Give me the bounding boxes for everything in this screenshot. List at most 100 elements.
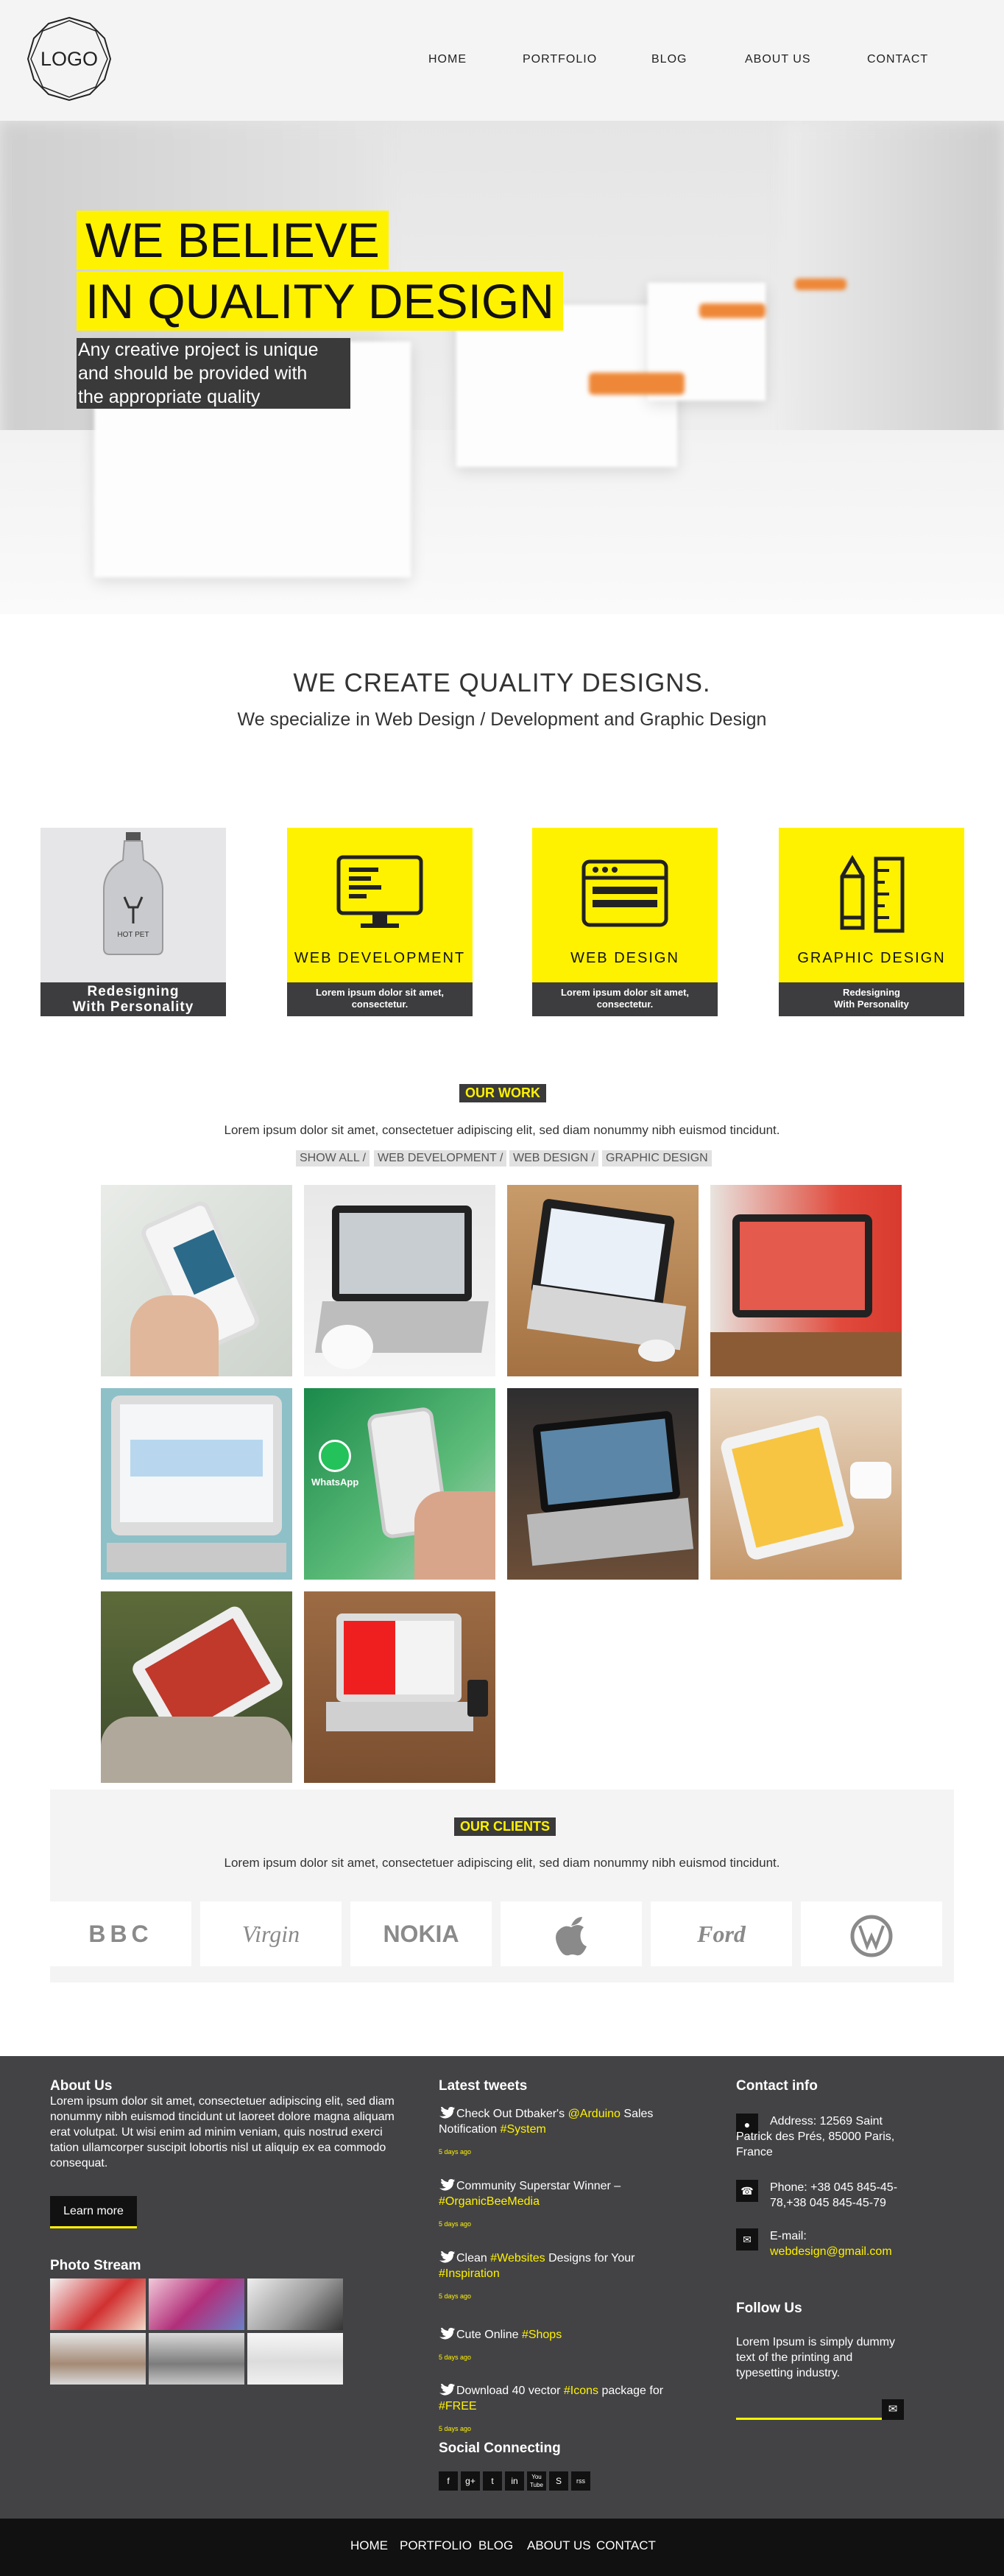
service-card-graphic-design[interactable]: GRAPHIC DESIGN Redesigning With Personali… bbox=[779, 828, 964, 1016]
portfolio-item[interactable] bbox=[710, 1388, 902, 1580]
client-logo-apple[interactable] bbox=[501, 1901, 642, 1966]
photo-stream-item[interactable] bbox=[50, 2278, 146, 2330]
bottom-nav-portfolio[interactable]: PORTFOLIO bbox=[400, 2538, 472, 2553]
bottom-nav-home[interactable]: HOME bbox=[350, 2538, 388, 2553]
google-plus-icon[interactable]: g+ bbox=[461, 2471, 480, 2491]
tweet-item: Clean #Websites Designs for Your #Inspir… bbox=[439, 2251, 689, 2304]
photo-stream-heading: Photo Stream bbox=[50, 2258, 141, 2273]
tweet-item: Check Out Dtbaker's @Arduino Sales Notif… bbox=[439, 2106, 689, 2160]
photo-stream-item[interactable] bbox=[149, 2333, 244, 2385]
client-logo-vw[interactable] bbox=[801, 1901, 942, 1966]
portfolio-item[interactable] bbox=[710, 1185, 902, 1376]
client-logo-virgin[interactable]: Virgin bbox=[200, 1901, 342, 1966]
tweet-hashtag[interactable]: #Icons bbox=[564, 2385, 598, 2397]
about-us-text: Lorem ipsum dolor sit amet, consectetuer… bbox=[50, 2095, 395, 2169]
phone-icon: ☎ bbox=[736, 2180, 758, 2202]
contact-address: Address: 12569 Saint Patrick des Prés, 8… bbox=[736, 2115, 895, 2158]
follow-us-text: Lorem Ipsum is simply dummy text of the … bbox=[736, 2336, 896, 2379]
tweet-hashtag[interactable]: #FREE bbox=[439, 2400, 477, 2413]
tweet-text: Cute Online bbox=[456, 2329, 522, 2341]
tweet-text: Clean bbox=[456, 2252, 491, 2264]
newsletter-submit-button[interactable]: ✉ bbox=[882, 2399, 904, 2420]
tweet-hashtag[interactable]: #Websites bbox=[490, 2252, 545, 2264]
tweet-hashtag[interactable]: #Shops bbox=[522, 2329, 562, 2341]
tweet-text: Check Out Dtbaker's bbox=[456, 2108, 568, 2120]
tweet-time: 5 days ago bbox=[439, 2425, 472, 2432]
newsletter-input[interactable] bbox=[736, 2398, 882, 2420]
facebook-icon[interactable]: f bbox=[439, 2471, 458, 2491]
tweet-hashtag[interactable]: #System bbox=[501, 2123, 546, 2136]
service-caption: Redesigning With Personality bbox=[779, 982, 964, 1016]
filter-graphic-design[interactable]: GRAPHIC DESIGN bbox=[602, 1150, 712, 1166]
tweet-hashtag[interactable]: #Inspiration bbox=[439, 2267, 500, 2280]
tweet-hashtag[interactable]: #OrganicBeeMedia bbox=[439, 2195, 540, 2208]
portfolio-item[interactable] bbox=[507, 1185, 699, 1376]
vw-logo-icon bbox=[850, 1915, 893, 1957]
portfolio-item[interactable] bbox=[304, 1591, 495, 1783]
nav-about-us[interactable]: ABOUT US bbox=[745, 53, 811, 66]
service-card-web-design[interactable]: WEB DESIGN Lorem ipsum dolor sit amet, co… bbox=[532, 828, 718, 1016]
photo-stream-item[interactable] bbox=[247, 2278, 343, 2330]
tweet-time: 5 days ago bbox=[439, 2354, 472, 2361]
hero-chair bbox=[699, 303, 766, 318]
follow-us-heading: Follow Us bbox=[736, 2301, 802, 2316]
twitter-social-icon[interactable]: t bbox=[483, 2471, 502, 2491]
section-title: WE CREATE QUALITY DESIGNS. bbox=[293, 669, 711, 697]
client-logo-nokia[interactable]: NOKIA bbox=[350, 1901, 492, 1966]
hero-banner: WE BELIEVE IN QUALITY DESIGN Any creativ… bbox=[0, 121, 1004, 614]
client-logo-bbc[interactable]: BBC bbox=[50, 1901, 191, 1966]
tweet-text: Designs for Your bbox=[545, 2252, 635, 2264]
service-title: WEB DEVELOPMENT bbox=[294, 950, 466, 966]
about-us-heading: About Us bbox=[50, 2078, 113, 2094]
portfolio-item[interactable] bbox=[507, 1388, 699, 1580]
logo[interactable]: LOGO bbox=[26, 16, 112, 102]
tweet-link[interactable]: @Arduino bbox=[568, 2108, 621, 2120]
hero-headline-2: IN QUALITY DESIGN bbox=[77, 272, 563, 331]
our-work-badge: OUR WORK bbox=[459, 1084, 546, 1102]
nav-contact[interactable]: CONTACT bbox=[867, 53, 928, 66]
tweet-item: Download 40 vector #Icons package for #F… bbox=[439, 2383, 689, 2437]
twitter-icon bbox=[439, 2251, 455, 2263]
browser-window-icon bbox=[581, 859, 668, 927]
hero-chair bbox=[795, 278, 846, 290]
social-connecting-heading: Social Connecting bbox=[439, 2440, 561, 2456]
portfolio-item[interactable]: WhatsApp bbox=[304, 1388, 495, 1580]
portfolio-item[interactable] bbox=[101, 1388, 292, 1580]
service-card-web-development[interactable]: WEB DEVELOPMENT Lorem ipsum dolor sit am… bbox=[287, 828, 473, 1016]
whatsapp-label: WhatsApp bbox=[311, 1477, 359, 1488]
bottom-nav-contact[interactable]: CONTACT bbox=[596, 2538, 656, 2553]
bottom-nav-blog[interactable]: BLOG bbox=[478, 2538, 513, 2553]
portfolio-item[interactable] bbox=[101, 1185, 292, 1376]
nav-blog[interactable]: BLOG bbox=[651, 53, 687, 66]
youtube-icon[interactable]: You Tube bbox=[527, 2471, 546, 2491]
tweet-time: 5 days ago bbox=[439, 2220, 472, 2228]
nav-home[interactable]: HOME bbox=[428, 53, 467, 66]
tweet-item: Community Superstar Winner – #OrganicBee… bbox=[439, 2178, 689, 2232]
contact-email-label: E-mail: bbox=[770, 2230, 807, 2242]
portfolio-item[interactable] bbox=[101, 1591, 292, 1783]
learn-more-button[interactable]: Learn more bbox=[50, 2196, 137, 2228]
our-clients-text: Lorem ipsum dolor sit amet, consectetuer… bbox=[224, 1856, 780, 1870]
filter-web-development[interactable]: WEB DEVELOPMENT / bbox=[374, 1150, 507, 1166]
filter-web-design[interactable]: WEB DESIGN / bbox=[509, 1150, 599, 1166]
rss-icon[interactable]: rss bbox=[571, 2471, 590, 2491]
portfolio-item[interactable] bbox=[304, 1185, 495, 1376]
skype-icon[interactable]: S bbox=[549, 2471, 568, 2491]
contact-phone: Phone: +38 045 845-45-78,+38 045 845-45-… bbox=[770, 2181, 898, 2209]
apple-icon bbox=[556, 1916, 587, 1955]
service-card-redesign[interactable]: HOT PET Redesigning With Personality bbox=[40, 828, 226, 1016]
bottle-label: HOT PET bbox=[117, 931, 149, 939]
hero-headline-1: WE BELIEVE bbox=[77, 211, 389, 270]
hero-subline-1: Any creative project is unique bbox=[77, 338, 350, 362]
latest-tweets-heading: Latest tweets bbox=[439, 2078, 528, 2094]
photo-stream-item[interactable] bbox=[50, 2333, 146, 2385]
nav-portfolio[interactable]: PORTFOLIO bbox=[523, 53, 597, 66]
photo-stream-item[interactable] bbox=[247, 2333, 343, 2385]
filter-show-all[interactable]: SHOW ALL / bbox=[296, 1150, 370, 1166]
client-logo-ford[interactable]: Ford bbox=[651, 1901, 792, 1966]
photo-stream-item[interactable] bbox=[149, 2278, 244, 2330]
tweet-time: 5 days ago bbox=[439, 2148, 472, 2156]
bottom-nav-about-us[interactable]: ABOUT US bbox=[527, 2538, 591, 2553]
contact-email-link[interactable]: webdesign@gmail.com bbox=[770, 2244, 892, 2259]
linkedin-icon[interactable]: in bbox=[505, 2471, 524, 2491]
